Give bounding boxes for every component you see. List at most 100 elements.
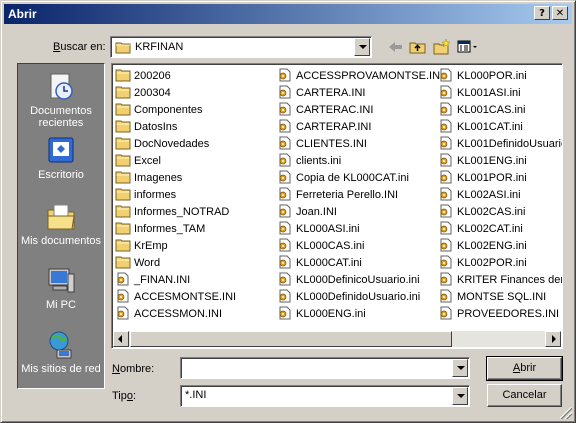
file-item[interactable]: KL000ENG.ini <box>277 306 366 323</box>
file-item[interactable]: KL002CAS.ini <box>438 204 526 221</box>
file-name: Imagenes <box>134 172 183 184</box>
file-item[interactable]: KL002CAT.ini <box>438 221 523 238</box>
resize-grip[interactable] <box>560 407 572 419</box>
folder-icon <box>115 171 131 184</box>
look-in-dropdown-button[interactable] <box>354 38 370 56</box>
file-name: KL002CAS.ini <box>457 206 526 218</box>
folder-item[interactable]: Informes_NOTRAD <box>115 204 229 221</box>
folder-item[interactable]: 200206 <box>115 68 171 85</box>
file-item[interactable]: CARTERAC.INI <box>277 102 373 119</box>
file-name: Joan.INI <box>296 206 337 218</box>
file-item[interactable]: CARTERA.INI <box>277 85 365 102</box>
file-item[interactable]: KL001POR.ini <box>438 170 527 187</box>
file-item[interactable]: MONTSE SQL.INI <box>438 289 546 306</box>
file-item[interactable]: ACCESMONTSE.INI <box>115 289 236 306</box>
file-item[interactable]: KL001ENG.ini <box>438 153 527 170</box>
place-label: Mi PC <box>46 299 76 311</box>
folder-item[interactable]: Componentes <box>115 102 203 119</box>
file-item[interactable]: KL000CAT.ini <box>277 255 362 272</box>
settings-file-icon <box>440 289 452 303</box>
views-menu-icon[interactable] <box>456 38 482 56</box>
file-name-combo[interactable] <box>180 357 470 379</box>
file-item[interactable]: KL002POR.ini <box>438 255 527 272</box>
my-documents-icon <box>47 204 75 230</box>
my-computer-icon <box>48 268 75 293</box>
look-in-label: Buscar en: <box>53 41 106 53</box>
place-recent-documents[interactable]: Documentos recientes <box>18 72 104 129</box>
close-button[interactable]: ✕ <box>552 6 568 20</box>
file-name: 200206 <box>134 70 171 82</box>
file-type-dropdown-button[interactable] <box>452 387 468 405</box>
file-item[interactable]: PROVEEDORES.INI <box>438 306 559 323</box>
folder-icon <box>115 103 131 116</box>
file-item[interactable]: ACCESSMON.INI <box>115 306 222 323</box>
place-network[interactable]: Mis sitios de red <box>18 330 104 375</box>
file-item[interactable]: CARTERAP.INI <box>277 119 371 136</box>
folder-item[interactable]: Word <box>115 255 160 272</box>
file-name: KL001POR.ini <box>457 172 527 184</box>
file-item[interactable]: KL002ENG.ini <box>438 238 527 255</box>
file-item[interactable]: KL001DefinidoUsuario. <box>438 136 562 153</box>
file-item[interactable]: KL000CAS.ini <box>277 238 365 255</box>
file-name-dropdown-button[interactable] <box>452 359 468 377</box>
file-item[interactable]: clients.ini <box>277 153 341 170</box>
file-item[interactable]: KL000POR.ini <box>438 68 527 85</box>
settings-file-icon <box>440 68 452 82</box>
folder-item[interactable]: DatosIns <box>115 119 177 136</box>
file-item[interactable]: Joan.INI <box>277 204 337 221</box>
file-item[interactable]: KL001CAT.ini <box>438 119 523 136</box>
folder-item[interactable]: Imagenes <box>115 170 182 187</box>
place-my-documents[interactable]: Mis documentos <box>18 202 104 247</box>
up-folder-icon[interactable] <box>407 38 429 56</box>
folder-item[interactable]: 200304 <box>115 85 171 102</box>
file-item[interactable]: KL001ASI.ini <box>438 85 521 102</box>
cancel-button[interactable]: Cancelar <box>487 384 562 407</box>
open-button[interactable]: Abrir <box>486 356 563 381</box>
scroll-thumb[interactable] <box>130 331 452 347</box>
file-item[interactable]: KL002ASI.ini <box>438 187 521 204</box>
file-item[interactable]: KL000DefinidoUsuario.ini <box>277 289 420 306</box>
scroll-right-button[interactable] <box>545 331 561 347</box>
settings-file-icon <box>279 187 291 201</box>
file-name: MONTSE SQL.INI <box>457 291 547 303</box>
settings-file-icon <box>279 102 291 116</box>
file-item[interactable]: KL000ASI.ini <box>277 221 360 238</box>
settings-file-icon <box>279 68 291 82</box>
file-item[interactable]: KL001CAS.ini <box>438 102 526 119</box>
folder-item[interactable]: Excel <box>115 153 161 170</box>
settings-file-icon <box>279 136 291 150</box>
look-in-combo[interactable]: KRFINAN <box>110 36 372 58</box>
folder-item[interactable]: KrEmp <box>115 238 168 255</box>
settings-file-icon <box>279 306 291 320</box>
file-item[interactable]: CLIENTES.INI <box>277 136 367 153</box>
new-folder-icon[interactable] <box>431 38 453 56</box>
help-button[interactable]: ? <box>534 6 550 20</box>
place-desktop[interactable]: Escritorio <box>18 136 104 181</box>
settings-file-icon <box>117 289 129 303</box>
file-type-combo[interactable]: *.INI <box>180 385 470 407</box>
file-name: CARTERAP.INI <box>296 121 372 133</box>
file-item[interactable]: KL000DefinicoUsuario.ini <box>277 272 420 289</box>
file-list[interactable]: 200206 200304 Componentes DatosIns DocNoveda… <box>111 63 563 349</box>
place-my-computer[interactable]: Mi PC <box>18 266 104 311</box>
file-name: KL001CAS.ini <box>457 104 526 116</box>
back-arrow-icon[interactable] <box>385 38 407 56</box>
folder-item[interactable]: DocNovedades <box>115 136 209 153</box>
file-item[interactable]: KRITER Finances demo <box>438 272 562 289</box>
scroll-left-button[interactable] <box>113 331 129 347</box>
title-bar[interactable]: Abrir ? ✕ <box>4 4 572 24</box>
file-item[interactable]: _FINAN.INI <box>115 272 190 289</box>
file-item[interactable]: Copia de KL000CAT.ini <box>277 170 409 187</box>
folder-item[interactable]: Informes_TAM <box>115 221 205 238</box>
settings-file-icon <box>440 221 452 235</box>
horizontal-scrollbar[interactable] <box>113 331 561 347</box>
settings-file-icon <box>279 170 291 184</box>
folder-item[interactable]: informes <box>115 187 176 204</box>
network-places-icon <box>49 331 72 359</box>
open-dialog: Abrir ? ✕ Buscar en: KRFINAN Documentos … <box>0 0 576 423</box>
file-item[interactable]: ACCESSPROVAMONTSE.INI <box>277 68 443 85</box>
file-name: KL000DefinidoUsuario.ini <box>296 291 421 303</box>
file-name: KL000CAT.ini <box>296 257 362 269</box>
folder-icon <box>115 137 131 150</box>
file-item[interactable]: Ferreteria Perello.INI <box>277 187 398 204</box>
